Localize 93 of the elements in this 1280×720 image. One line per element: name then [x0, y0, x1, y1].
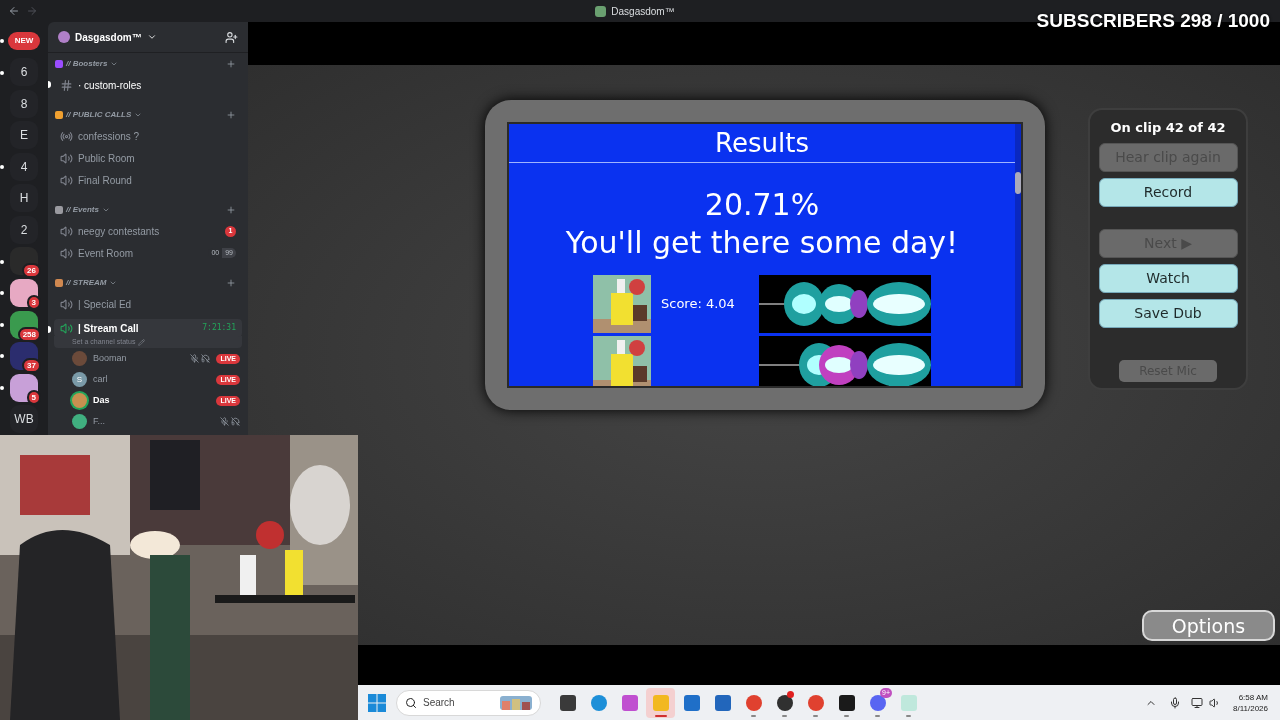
app-icon[interactable] [559, 694, 576, 711]
call-timer: 7:21:31 [202, 322, 236, 334]
channel-item[interactable]: confessions ? [54, 125, 242, 147]
channel-name: confessions ? [78, 129, 140, 144]
category-name[interactable]: // Events [66, 204, 99, 216]
speaker-icon [60, 297, 73, 311]
speaker-icon [60, 151, 73, 165]
microphone-icon[interactable] [1169, 696, 1181, 709]
app-icon [595, 5, 607, 17]
speaker-icon [60, 173, 73, 187]
channel-name: Event Room [78, 246, 134, 261]
clock-date: 8/11/2026 [1233, 702, 1268, 714]
stage-icon [60, 129, 73, 143]
member-name: F... [93, 414, 105, 428]
server-icon[interactable]: WB [10, 405, 38, 434]
member-name: Booman [93, 351, 127, 365]
add-channel-icon[interactable] [226, 110, 236, 120]
running-indicator [906, 714, 911, 717]
search-icon [405, 696, 417, 709]
member-name: Das [93, 393, 110, 407]
member-name: carl [93, 372, 108, 386]
chevron-icon [110, 60, 119, 68]
clock-time: 6:58 AM [1238, 691, 1268, 703]
options-button[interactable]: Options [1142, 610, 1275, 641]
app-icon[interactable] [838, 694, 855, 711]
network-icon[interactable] [1191, 696, 1203, 709]
scrollbar-thumb[interactable] [1015, 172, 1021, 194]
add-channel-icon[interactable] [226, 278, 236, 288]
speaker-icon [60, 321, 73, 335]
running-indicator [782, 714, 787, 717]
channel-item[interactable]: · custom-roles [54, 74, 242, 96]
game-button[interactable]: Watch [1098, 263, 1238, 293]
clip-score: Score: 4.04 [661, 295, 736, 314]
mention-count: 26 [22, 263, 41, 279]
server-icon[interactable]: H [10, 184, 38, 213]
mention-count: 37 [22, 358, 41, 374]
game-button[interactable]: Save Dub [1098, 298, 1238, 328]
back-icon[interactable] [8, 5, 20, 17]
running-indicator [813, 714, 818, 717]
subscriber-counter: SUBSCRIBERS 298 / 1000 [1036, 9, 1270, 33]
chevron-icon [109, 279, 118, 287]
server-icon [58, 31, 70, 43]
server-avatar[interactable] [10, 373, 38, 402]
search-field[interactable]: Search [396, 689, 541, 716]
server-icon[interactable]: 8 [10, 89, 38, 118]
channel-name: Final Round [78, 173, 132, 188]
running-indicator [844, 714, 849, 717]
server-avatar[interactable] [10, 279, 38, 307]
speaker-icon [60, 224, 73, 238]
app-icon[interactable] [776, 694, 793, 711]
server-icon[interactable]: E [10, 121, 38, 150]
muted-icons [190, 354, 211, 363]
game-button[interactable]: Record [1098, 177, 1238, 207]
running-indicator [875, 714, 880, 717]
results-title: Results [715, 126, 809, 160]
server-name[interactable]: Dasgasdom™ [75, 29, 142, 45]
clip-counter: On clip 42 of 42 [1110, 119, 1226, 137]
server-icon[interactable]: 6 [10, 58, 38, 87]
channel-name: | Special Ed [78, 297, 132, 312]
member-avatar: S [72, 372, 87, 387]
chevron-icon [101, 206, 110, 214]
hash-icon [60, 78, 73, 92]
clock[interactable]: 6:58 AM 8/11/2026 [1233, 691, 1268, 714]
search-input[interactable]: Search [423, 695, 483, 710]
invite-icon[interactable] [225, 30, 238, 44]
category-name[interactable]: // PUBLIC CALLS [66, 109, 132, 121]
channel-item[interactable]: Final Round [54, 169, 242, 191]
add-channel-icon[interactable] [226, 205, 236, 215]
voice-member[interactable]: F... [72, 411, 240, 432]
running-indicator [654, 714, 667, 717]
channel-item[interactable]: | Special Ed [54, 293, 242, 315]
category-name[interactable]: // Boosters [66, 58, 108, 70]
server-icon[interactable]: 4 [10, 152, 38, 181]
channel-name: neegy contestants [78, 224, 160, 239]
channel-name: | Stream Call [78, 321, 139, 336]
channel-name: Public Room [78, 151, 135, 166]
speaker-icon [60, 246, 73, 260]
window-title: Dasgasdom™ [611, 4, 675, 19]
server-icon[interactable]: 2 [10, 215, 38, 244]
volume-icon[interactable] [1209, 696, 1221, 709]
pencil-icon [138, 338, 146, 346]
channel-name: · custom-roles [78, 78, 142, 93]
category-name[interactable]: // STREAM [66, 277, 107, 289]
add-channel-icon[interactable] [226, 59, 236, 69]
running-indicator [751, 714, 756, 717]
chevron-icon [146, 32, 157, 42]
overall-score: 20.71% [704, 187, 820, 223]
channel-item[interactable]: Public Room [54, 147, 242, 169]
windows-icon[interactable] [368, 693, 386, 712]
new-badge[interactable]: NEW [7, 31, 41, 50]
muted-icons [220, 417, 240, 426]
chevron-icon [134, 111, 143, 119]
result-message: You'll get there some day! [565, 224, 959, 262]
